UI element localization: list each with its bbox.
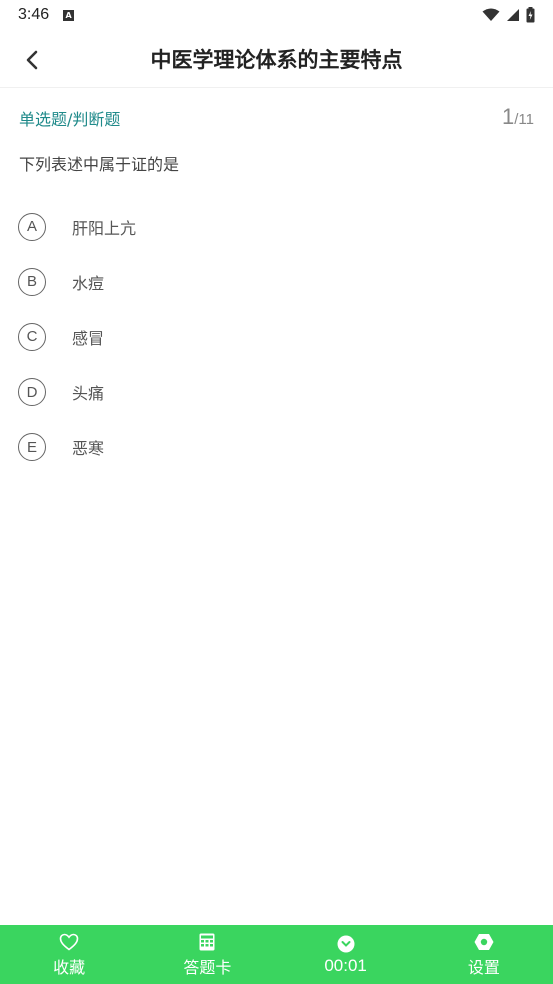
- favorite-button[interactable]: 收藏: [0, 925, 138, 984]
- option-letter-circle: C: [18, 322, 46, 351]
- question-type-label: 单选题/判断题: [19, 110, 121, 129]
- status-right: [482, 7, 535, 23]
- favorite-label: 收藏: [53, 957, 86, 977]
- option-c[interactable]: C 感冒: [18, 309, 518, 364]
- grid-card-icon: [199, 932, 215, 952]
- question-counter: 1/11: [502, 104, 534, 130]
- wifi-icon: [482, 8, 500, 21]
- settings-button[interactable]: 设置: [415, 925, 553, 984]
- settings-label: 设置: [467, 957, 500, 977]
- option-letter-circle: D: [18, 378, 46, 407]
- answer-card-label: 答题卡: [183, 957, 232, 977]
- option-text: 恶寒: [72, 439, 105, 459]
- option-d[interactable]: D 头痛: [18, 365, 518, 420]
- page-title: 中医学理论体系的主要特点: [150, 48, 403, 72]
- question-text: 下列表述中属于证的是: [19, 155, 180, 174]
- question-total: /11: [514, 111, 534, 128]
- heart-icon: [59, 932, 79, 952]
- bottom-toolbar: 收藏 答题卡 00:01 设置: [0, 925, 553, 984]
- option-letter-circle: B: [18, 267, 46, 296]
- timer-label: 00:01: [324, 955, 367, 975]
- clock-icon: [337, 934, 355, 954]
- option-letter-circle: A: [18, 212, 46, 241]
- app-bar: 中医学理论体系的主要特点: [0, 30, 553, 88]
- question-current-number: 1: [502, 104, 515, 129]
- option-text: 感冒: [72, 328, 105, 348]
- timer-button[interactable]: 00:01: [277, 925, 415, 984]
- answer-card-button[interactable]: 答题卡: [138, 925, 276, 984]
- options-list: A 肝阳上亢 B 水痘 C 感冒 D 头痛 E 恶寒: [18, 199, 518, 475]
- battery-icon: [526, 7, 535, 23]
- option-text: 肝阳上亢: [72, 218, 137, 238]
- signal-icon: [507, 9, 519, 21]
- option-letter-circle: E: [18, 433, 46, 462]
- option-text: 头痛: [72, 384, 105, 404]
- option-b[interactable]: B 水痘: [18, 254, 518, 309]
- option-text: 水痘: [72, 273, 105, 293]
- status-time: 3:46: [18, 6, 50, 23]
- status-left: 3:46 A: [18, 6, 75, 24]
- option-a[interactable]: A 肝阳上亢: [18, 199, 518, 254]
- status-bar: 3:46 A: [0, 0, 553, 30]
- notification-icon: A: [63, 9, 75, 21]
- option-e[interactable]: E 恶寒: [18, 420, 518, 475]
- quiz-screen: 3:46 A 中医学理论体系的主要特点 单选题/判断题 1/11 下列表述中属于…: [0, 0, 553, 984]
- gear-icon: [474, 932, 494, 952]
